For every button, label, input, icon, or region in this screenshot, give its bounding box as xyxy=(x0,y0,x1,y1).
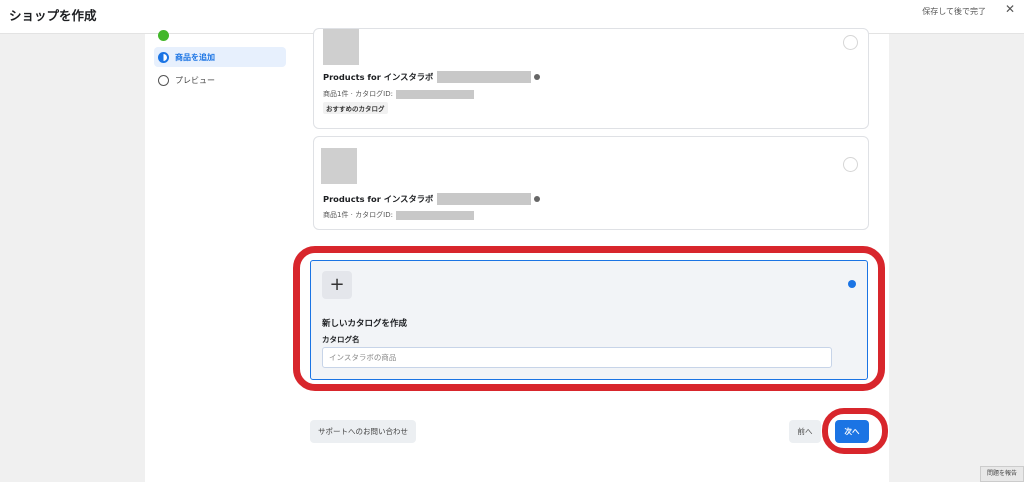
catalog-meta-text: 商品1件 · カタログID: xyxy=(323,211,393,219)
selected-radio[interactable] xyxy=(848,280,856,288)
info-icon xyxy=(534,196,541,202)
step-label: 商品を追加 xyxy=(175,52,215,62)
contact-support-button[interactable]: サポートへのお問い合わせ xyxy=(310,420,416,443)
step-add-products[interactable]: 商品を追加 xyxy=(154,47,286,67)
catalog-option[interactable]: Products for インスタラボ 商品1件 · カタログID: おすすめの… xyxy=(313,28,869,129)
empty-circle-icon xyxy=(158,74,169,86)
catalog-radio[interactable] xyxy=(843,157,858,172)
step-label: プレビュー xyxy=(175,75,215,85)
recommended-badge: おすすめのカタログ xyxy=(323,102,388,114)
save-and-finish-later-link[interactable]: 保存して後で完了 xyxy=(922,6,986,17)
close-icon[interactable]: ✕ xyxy=(1005,2,1015,16)
catalog-meta: 商品1件 · カタログID: xyxy=(323,89,474,99)
redacted-block xyxy=(437,71,532,83)
info-icon xyxy=(534,74,541,80)
catalog-name-input[interactable] xyxy=(322,347,832,368)
next-button[interactable]: 次へ xyxy=(835,420,869,443)
catalog-name-text: Products for インスタラボ xyxy=(323,72,434,82)
main-panel: Products for インスタラボ 商品1件 · カタログID: おすすめの… xyxy=(293,28,889,482)
new-catalog-option[interactable]: + 新しいカタログを作成 カタログ名 xyxy=(310,260,868,380)
catalog-name-label: カタログ名 xyxy=(322,335,360,344)
catalog-meta-text: 商品1件 · カタログID: xyxy=(323,90,393,98)
page-title: ショップを作成 xyxy=(9,8,97,23)
plus-icon[interactable]: + xyxy=(322,271,352,299)
catalog-thumbnail xyxy=(323,29,359,65)
redacted-block xyxy=(395,210,474,220)
report-problem-button[interactable]: 問題を報告 xyxy=(980,466,1024,482)
step-completed[interactable] xyxy=(154,25,286,45)
back-button[interactable]: 前へ xyxy=(789,420,821,443)
catalog-option[interactable]: Products for インスタラボ 商品1件 · カタログID: xyxy=(313,136,869,230)
catalog-meta: 商品1件 · カタログID: xyxy=(323,210,474,220)
catalog-thumbnail xyxy=(321,148,357,184)
redacted-block xyxy=(395,89,474,99)
catalog-name: Products for インスタラボ xyxy=(323,71,541,83)
redacted-block xyxy=(437,193,532,205)
check-circle-icon xyxy=(158,29,169,41)
half-circle-icon xyxy=(158,51,169,63)
catalog-name-text: Products for インスタラボ xyxy=(323,194,434,204)
catalog-radio[interactable] xyxy=(843,35,858,50)
catalog-name: Products for インスタラボ xyxy=(323,193,541,205)
new-catalog-title: 新しいカタログを作成 xyxy=(322,319,408,329)
steps-sidebar: 商品を追加 プレビュー xyxy=(145,29,293,482)
step-preview[interactable]: プレビュー xyxy=(154,70,286,90)
